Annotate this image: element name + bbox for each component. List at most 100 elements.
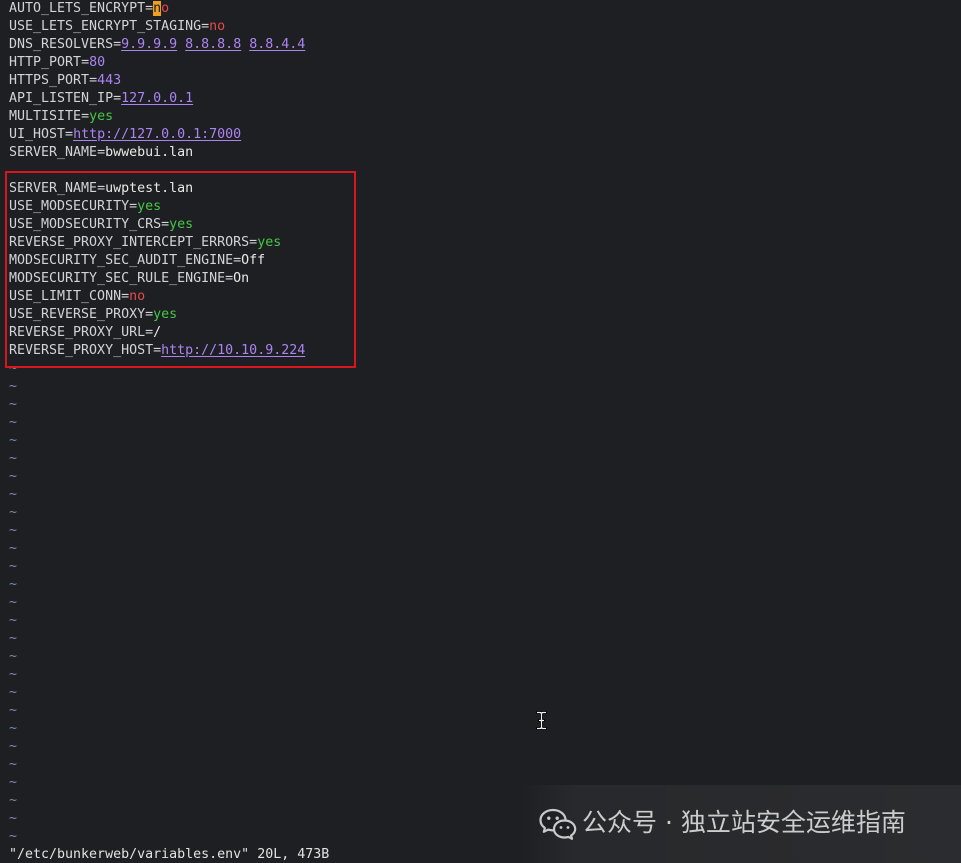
empty-line-marker: ~ <box>9 649 18 664</box>
setting-value: no <box>209 19 226 34</box>
setting-line: USE_LETS_ENCRYPT_STAGING=no <box>9 18 949 36</box>
status-line: "/etc/bunkerweb/variables.env" 20L, 473B <box>9 846 329 863</box>
setting-key: HTTP_PORT <box>9 55 82 70</box>
setting-line: AUTO_LETS_ENCRYPT=no <box>9 0 949 18</box>
setting-separator: = <box>121 289 130 304</box>
setting-key: SERVER_NAME <box>9 181 98 196</box>
setting-value: yes <box>89 109 114 124</box>
setting-value: http://10.10.9.224 <box>161 343 306 358</box>
setting-key: REVERSE_PROXY_HOST <box>9 343 154 358</box>
empty-line-marker: ~ <box>9 667 18 682</box>
editor-buffer[interactable]: AUTO_LETS_ENCRYPT=no USE_LETS_ENCRYPT_ST… <box>9 0 949 846</box>
empty-line-marker: ~ <box>9 523 18 538</box>
setting-separator: = <box>65 127 74 142</box>
setting-line: REVERSE_PROXY_URL=/ <box>9 324 949 342</box>
setting-key: AUTO_LETS_ENCRYPT <box>9 1 146 16</box>
dns-resolver-value: 9.9.9.9 <box>121 37 178 52</box>
empty-line-marker: ~ <box>9 757 18 772</box>
setting-key: USE_MODSECURITY <box>9 199 130 214</box>
setting-separator: = <box>89 73 98 88</box>
setting-line: MODSECURITY_SEC_RULE_ENGINE=On <box>9 270 949 288</box>
setting-value: no <box>129 289 146 304</box>
watermark: 公众号 · 独立站安全运维指南 <box>520 785 961 863</box>
setting-separator: = <box>113 37 122 52</box>
setting-separator: = <box>145 1 154 16</box>
setting-line: MULTISITE=yes <box>9 108 949 126</box>
empty-line-marker: ~ <box>9 721 18 736</box>
setting-line: SERVER_NAME=bwwebui.lan <box>9 144 949 162</box>
empty-line-marker: ~ <box>9 613 18 628</box>
setting-value: / <box>153 325 162 340</box>
dns-resolver-value: 8.8.4.4 <box>249 37 306 52</box>
setting-line: USE_MODSECURITY_CRS=yes <box>9 216 949 234</box>
setting-line: HTTP_PORT=80 <box>9 54 949 72</box>
dns-resolver-value: 8.8.8.8 <box>185 37 242 52</box>
setting-line: HTTPS_PORT=443 <box>9 72 949 90</box>
setting-value: 443 <box>97 73 122 88</box>
setting-key: REVERSE_PROXY_URL <box>9 325 146 340</box>
empty-line-marker: ~ <box>9 739 18 754</box>
setting-value: uwptest.lan <box>105 181 194 196</box>
setting-key: DNS_RESOLVERS <box>9 37 114 52</box>
setting-separator: = <box>225 271 234 286</box>
empty-line-marker: ~ <box>9 559 18 574</box>
empty-line-marker: ~ <box>9 595 18 610</box>
setting-value: yes <box>137 199 162 214</box>
setting-separator: = <box>161 217 170 232</box>
empty-line-marker: ~ <box>9 541 18 556</box>
setting-separator: = <box>97 145 106 160</box>
setting-separator: = <box>153 343 162 358</box>
setting-separator: = <box>201 19 210 34</box>
setting-key: USE_REVERSE_PROXY <box>9 307 146 322</box>
status-filename: "/etc/bunkerweb/variables.env" <box>9 847 250 862</box>
setting-line: DNS_RESOLVERS=9.9.9.9 8.8.8.8 8.8.4.4 <box>9 36 949 54</box>
setting-line: REVERSE_PROXY_INTERCEPT_ERRORS=yes <box>9 234 949 252</box>
setting-key: REVERSE_PROXY_INTERCEPT_ERRORS <box>9 235 250 250</box>
setting-separator: = <box>129 199 138 214</box>
setting-line: USE_MODSECURITY=yes <box>9 198 949 216</box>
setting-line: USE_REVERSE_PROXY=yes <box>9 306 949 324</box>
setting-separator: = <box>81 109 90 124</box>
setting-value: yes <box>169 217 194 232</box>
setting-line: API_LISTEN_IP=127.0.0.1 <box>9 90 949 108</box>
wechat-icon <box>539 808 577 840</box>
status-file-info: 20L, 473B <box>257 847 330 862</box>
empty-line-marker: ~ <box>9 397 18 412</box>
setting-value: yes <box>153 307 178 322</box>
empty-line-marker: ~ <box>9 451 18 466</box>
setting-key: SERVER_NAME <box>9 145 98 160</box>
empty-line-marker: ~ <box>9 685 18 700</box>
empty-line-marker: ~ <box>9 631 18 646</box>
setting-value: http://127.0.0.1:7000 <box>73 127 242 142</box>
setting-value: On <box>233 271 250 286</box>
setting-key: UI_HOST <box>9 127 66 142</box>
empty-line-marker: ~ <box>9 415 18 430</box>
setting-value: 80 <box>89 55 106 70</box>
setting-value: bwwebui.lan <box>105 145 194 160</box>
setting-key: MULTISITE <box>9 109 82 124</box>
setting-separator: = <box>145 325 154 340</box>
empty-line-marker: ~ <box>9 577 18 592</box>
setting-line: SERVER_NAME=uwptest.lan <box>9 180 949 198</box>
setting-key: MODSECURITY_SEC_AUDIT_ENGINE <box>9 253 234 268</box>
setting-value: yes <box>257 235 282 250</box>
empty-line-marker: ~ <box>9 703 18 718</box>
setting-value: 127.0.0.1 <box>121 91 194 106</box>
setting-value: Off <box>241 253 266 268</box>
empty-line-marker: ~ <box>9 469 18 484</box>
setting-line: REVERSE_PROXY_HOST=http://10.10.9.224 <box>9 342 949 360</box>
setting-separator: = <box>81 55 90 70</box>
watermark-text: 公众号 · 独立站安全运维指南 <box>582 808 906 837</box>
empty-line-marker: ~ <box>9 361 18 376</box>
setting-key: USE_MODSECURITY_CRS <box>9 217 162 232</box>
setting-key: MODSECURITY_SEC_RULE_ENGINE <box>9 271 226 286</box>
empty-line-marker: ~ <box>9 487 18 502</box>
setting-separator: = <box>97 181 106 196</box>
setting-key: USE_LIMIT_CONN <box>9 289 122 304</box>
empty-line-marker: ~ <box>9 505 18 520</box>
setting-value: no <box>153 1 170 16</box>
setting-separator: = <box>249 235 258 250</box>
empty-line-marker: ~ <box>9 433 18 448</box>
setting-key: HTTPS_PORT <box>9 73 90 88</box>
